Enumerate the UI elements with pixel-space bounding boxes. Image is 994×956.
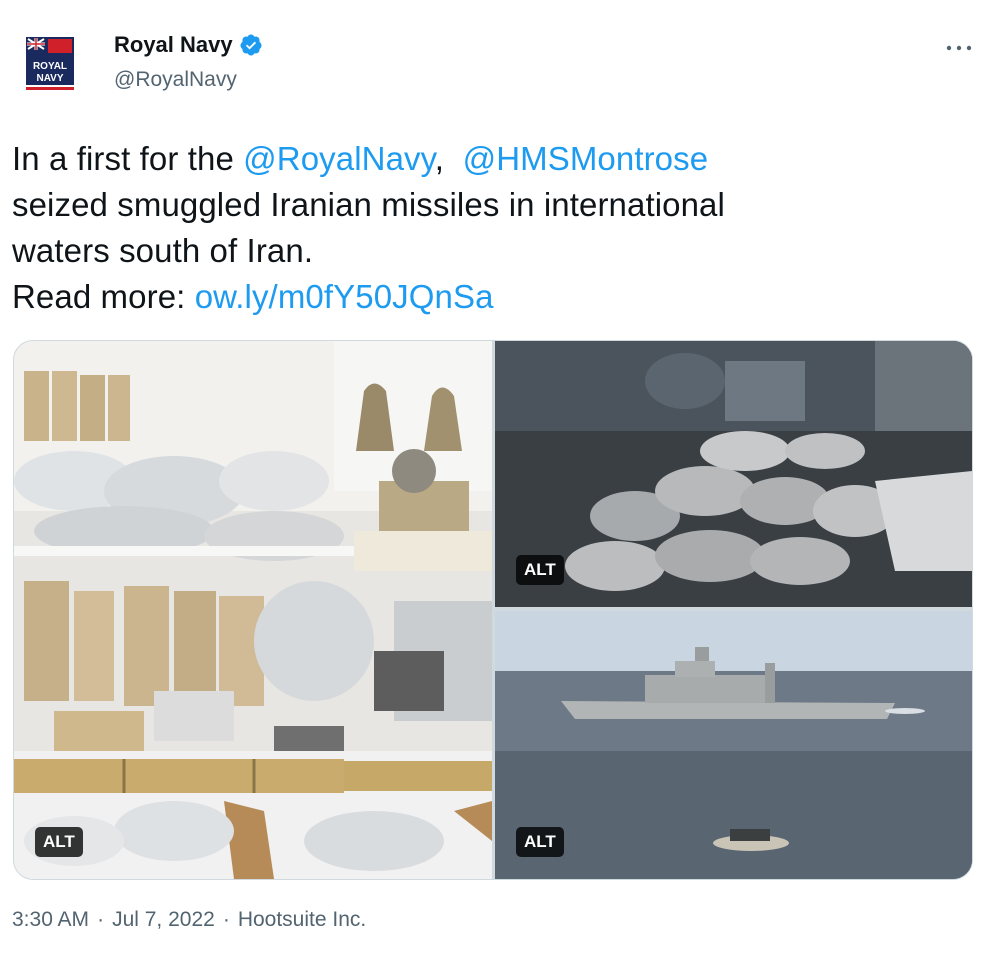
tweet-time[interactable]: 3:30 AM: [12, 908, 89, 931]
seized-missiles-image: [14, 341, 492, 879]
tweet-source[interactable]: Hootsuite Inc.: [238, 908, 366, 931]
tweet-line-3: waters south of Iran.: [12, 232, 314, 269]
author-handle[interactable]: @RoyalNavy: [114, 68, 237, 92]
media-grid: ALT ALT ALT: [13, 340, 973, 880]
photo-seized-missiles[interactable]: ALT: [14, 341, 492, 879]
more-options-button[interactable]: [944, 38, 974, 58]
mention-hmsmontrose[interactable]: @HMSMontrose: [463, 140, 709, 177]
author-display-name[interactable]: Royal Navy: [114, 32, 233, 58]
alt-badge[interactable]: ALT: [516, 827, 564, 857]
photo-ship-deck-bales[interactable]: ALT: [495, 341, 972, 607]
avatar[interactable]: ROYAL NAVY: [24, 33, 76, 93]
tweet-line-2: seized smuggled Iranian missiles in inte…: [12, 186, 725, 223]
meta-separator: ·: [97, 908, 105, 931]
royal-navy-logo-icon: ROYAL NAVY: [24, 33, 76, 93]
mention-royalnavy[interactable]: @RoyalNavy: [243, 140, 435, 177]
alt-badge[interactable]: ALT: [35, 827, 83, 857]
svg-text:ROYAL: ROYAL: [33, 61, 67, 72]
tweet-line-4: Read more: ow.ly/m0fY50JQnSa: [12, 278, 494, 315]
tweet-line-1: In a first for the @RoyalNavy, @HMSMontr…: [12, 140, 709, 177]
tweet-text: In a first for the @RoyalNavy, @HMSMontr…: [12, 136, 972, 320]
alt-badge[interactable]: ALT: [516, 555, 564, 585]
meta-separator: ·: [222, 908, 230, 931]
photo-frigate-at-sea[interactable]: ALT: [495, 611, 972, 879]
more-dots-icon: [946, 45, 972, 51]
frigate-at-sea-image: [495, 611, 972, 879]
author-name-row[interactable]: Royal Navy: [114, 32, 263, 58]
tweet-meta: 3:30 AM · Jul 7, 2022 · Hootsuite Inc.: [12, 908, 366, 932]
tweet-date[interactable]: Jul 7, 2022: [112, 908, 215, 931]
ship-deck-bales-image: [495, 341, 972, 607]
svg-text:NAVY: NAVY: [36, 73, 63, 84]
tweet-link[interactable]: ow.ly/m0fY50JQnSa: [195, 278, 494, 315]
verified-badge-icon: [240, 34, 262, 56]
